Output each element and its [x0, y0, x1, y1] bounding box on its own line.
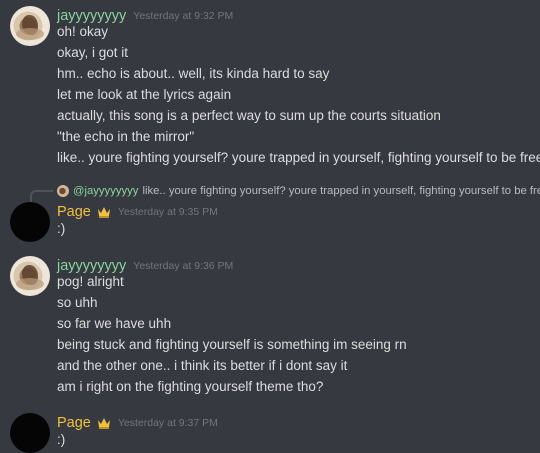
- crown-icon: [97, 207, 110, 218]
- message-line: like.. youre fighting yourself? youre tr…: [57, 150, 540, 165]
- message-line: oh! okay: [57, 24, 109, 39]
- message-line: :): [57, 221, 66, 236]
- message-line: "the echo in the mirror": [57, 129, 195, 144]
- message-line: am i right on the fighting yourself them…: [57, 379, 324, 394]
- username[interactable]: Page: [57, 415, 91, 431]
- message-line: pog! alright: [57, 274, 124, 289]
- reply-preview[interactable]: @jayyyyyyyy like.. youre fighting yourse…: [57, 181, 540, 201]
- chat-log: jayyyyyyyy Yesterday at 9:32 PM oh! okay…: [0, 0, 540, 453]
- message-header: Page Yesterday at 9:35 PM: [57, 202, 218, 222]
- message-line: and the other one.. i think its better i…: [57, 358, 348, 373]
- message-line: so uhh: [57, 295, 98, 310]
- reply-spine-icon: [30, 190, 53, 202]
- message-header: Page Yesterday at 9:37 PM: [57, 413, 218, 433]
- message-line: okay, i got it: [57, 45, 129, 60]
- avatar[interactable]: [10, 6, 50, 46]
- reply-username[interactable]: @jayyyyyyyy: [73, 185, 138, 197]
- reply-avatar: [57, 185, 69, 197]
- timestamp: Yesterday at 9:37 PM: [117, 417, 218, 429]
- timestamp: Yesterday at 9:32 PM: [133, 10, 234, 22]
- message-line: :): [57, 432, 66, 447]
- message-line: actually, this song is a perfect way to …: [57, 108, 441, 123]
- message-line: so far we have uhh: [57, 316, 172, 331]
- avatar[interactable]: [10, 202, 50, 242]
- message-line: hm.. echo is about.. well, its kinda har…: [57, 66, 330, 81]
- avatar[interactable]: [10, 256, 50, 296]
- timestamp: Yesterday at 9:36 PM: [133, 260, 234, 272]
- reply-text[interactable]: like.. youre fighting yourself? youre tr…: [142, 185, 540, 197]
- crown-icon: [97, 418, 110, 429]
- avatar[interactable]: [10, 413, 50, 453]
- username[interactable]: Page: [57, 204, 91, 220]
- timestamp: Yesterday at 9:35 PM: [117, 206, 218, 218]
- message-line: let me look at the lyrics again: [57, 87, 232, 102]
- message-line: being stuck and fighting yourself is som…: [57, 337, 407, 352]
